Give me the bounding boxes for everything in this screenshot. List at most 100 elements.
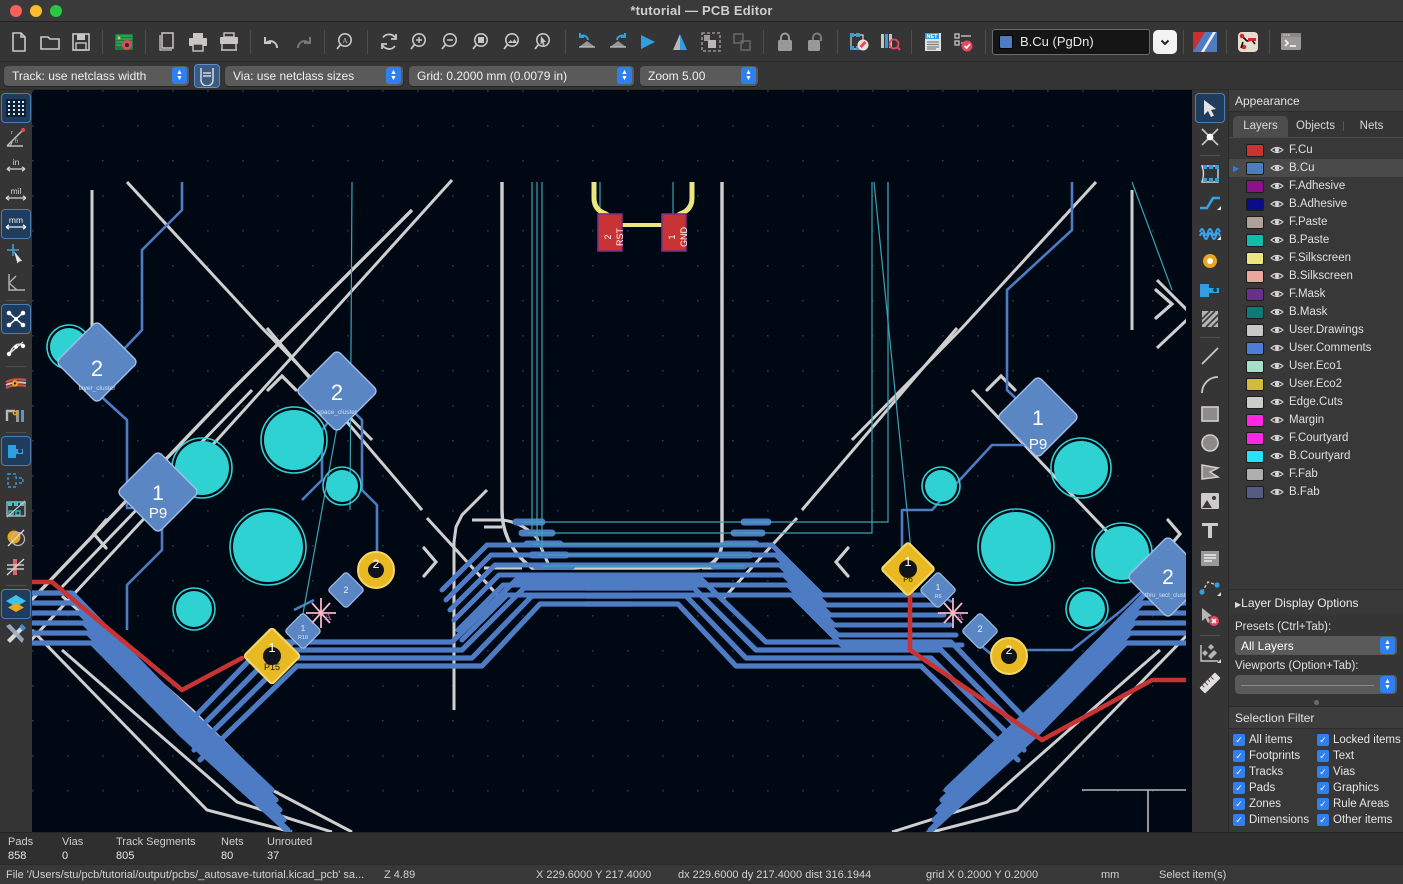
undo-button[interactable] (257, 27, 287, 57)
filter-vias[interactable]: ✓ Vias (1317, 764, 1401, 780)
checkbox-icon[interactable]: ✓ (1233, 782, 1245, 794)
pcb-drawing[interactable]: 2 layer_cluster 2 space_cluster 1 P9 2 1… (32, 90, 1186, 832)
rotate-ccw-button[interactable] (572, 27, 602, 57)
viewports-stepper[interactable]: ▲ ▼ (1380, 676, 1395, 693)
units-inches-button[interactable]: in (2, 152, 30, 180)
zoom-in-button[interactable] (405, 27, 435, 57)
checkbox-icon[interactable]: ✓ (1233, 734, 1245, 746)
checkbox-icon[interactable]: ✓ (1233, 750, 1245, 762)
toggle-grid-button[interactable] (1, 93, 31, 123)
eye-visibility-icon[interactable] (1269, 235, 1284, 245)
via-size-stepper[interactable]: ▲ ▼ (386, 67, 401, 84)
eye-visibility-icon[interactable] (1269, 181, 1284, 191)
eye-visibility-icon[interactable] (1269, 325, 1284, 335)
eye-visibility-icon[interactable] (1269, 289, 1284, 299)
layer-row-b-adhesive[interactable]: B.Adhesive (1229, 195, 1403, 213)
add-dimension-tool[interactable] (1196, 574, 1224, 602)
zoom-fit-page-button[interactable] (467, 27, 497, 57)
filter-all-items[interactable]: ✓ All items (1233, 732, 1317, 748)
layer-color-swatch[interactable] (1246, 251, 1264, 265)
draw-rectangle-tool[interactable] (1196, 400, 1224, 428)
layer-row-margin[interactable]: Margin (1229, 411, 1403, 429)
eye-visibility-icon[interactable] (1269, 343, 1284, 353)
layer-row-f-mask[interactable]: F.Mask (1229, 285, 1403, 303)
layer-color-swatch[interactable] (1246, 143, 1264, 157)
filter-tracks[interactable]: ✓ Tracks (1233, 764, 1317, 780)
checkbox-icon[interactable]: ✓ (1317, 798, 1329, 810)
find-button[interactable]: A (331, 27, 361, 57)
eye-visibility-icon[interactable] (1269, 379, 1284, 389)
layer-row-b-fab[interactable]: B.Fab (1229, 483, 1403, 501)
zoom-out-button[interactable] (436, 27, 466, 57)
selection-filter-grid[interactable]: ✓ All items ✓ Locked items ✓ Footprints ✓ Text ✓… (1229, 729, 1403, 832)
layer-color-swatch[interactable] (1246, 413, 1264, 427)
checkbox-icon[interactable]: ✓ (1317, 814, 1329, 826)
layer-color-swatch[interactable] (1246, 269, 1264, 283)
place-footprint-tool[interactable] (1196, 160, 1224, 188)
layer-color-swatch[interactable] (1246, 233, 1264, 247)
zoom-selection-button[interactable] (529, 27, 559, 57)
layer-row-f-fab[interactable]: F.Fab (1229, 465, 1403, 483)
layer-row-user-eco2[interactable]: User.Eco2 (1229, 375, 1403, 393)
footprint-editor-button[interactable] (844, 27, 874, 57)
layer-row-user-eco1[interactable]: User.Eco1 (1229, 357, 1403, 375)
panel-resize-grip[interactable] (1229, 699, 1403, 706)
layer-color-swatch[interactable] (1246, 287, 1264, 301)
pad-sketch-mode-button[interactable] (1, 436, 31, 466)
grid-select[interactable]: Grid: 0.2000 mm (0.0079 in) ▲ ▼ (409, 65, 634, 86)
eye-visibility-icon[interactable] (1269, 307, 1284, 317)
layer-color-swatch[interactable] (1246, 305, 1264, 319)
filter-other-items[interactable]: ✓ Other items (1317, 812, 1401, 828)
eye-visibility-icon[interactable] (1269, 271, 1284, 281)
via-sketch-mode-button[interactable] (2, 466, 30, 494)
layer-color-swatch[interactable] (1246, 323, 1264, 337)
filter-dimensions[interactable]: ✓ Dimensions (1233, 812, 1317, 828)
active-layer-selector[interactable]: B.Cu (PgDn) (992, 28, 1150, 55)
checkbox-icon[interactable]: ✓ (1317, 734, 1329, 746)
eye-visibility-icon[interactable] (1269, 145, 1284, 155)
filter-zones[interactable]: ✓ Zones (1233, 796, 1317, 812)
eye-visibility-icon[interactable] (1269, 163, 1284, 173)
layer-row-f-adhesive[interactable]: F.Adhesive (1229, 177, 1403, 195)
checkbox-icon[interactable]: ✓ (1317, 766, 1329, 778)
filter-rule-areas[interactable]: ✓ Rule Areas (1317, 796, 1401, 812)
unlock-button[interactable] (801, 27, 831, 57)
flip-horizontal-button[interactable] (634, 27, 664, 57)
track-width-lock-toggle[interactable] (194, 63, 220, 88)
add-image-tool[interactable] (1196, 487, 1224, 515)
checkbox-icon[interactable]: ✓ (1233, 766, 1245, 778)
layer-row-b-silkscreen[interactable]: B.Silkscreen (1229, 267, 1403, 285)
checkbox-icon[interactable]: ✓ (1317, 750, 1329, 762)
layer-dropdown-button[interactable] (1153, 29, 1177, 54)
layer-row-user-comments[interactable]: User.Comments (1229, 339, 1403, 357)
flip-vertical-button[interactable] (665, 27, 695, 57)
page-settings-button[interactable] (152, 27, 182, 57)
filter-footprints[interactable]: ✓ Footprints (1233, 748, 1317, 764)
pcb-canvas[interactable]: 2 layer_cluster 2 space_cluster 1 P9 2 1… (32, 90, 1192, 832)
route-track-tool[interactable] (1196, 189, 1224, 217)
curved-ratsnest-button[interactable] (2, 334, 30, 362)
draw-arc-tool[interactable] (1196, 371, 1224, 399)
layer-color-swatch[interactable] (1246, 341, 1264, 355)
filter-pads[interactable]: ✓ Pads (1233, 780, 1317, 796)
netlist-button[interactable]: NET (918, 27, 948, 57)
appearance-toggle-button[interactable] (1190, 27, 1220, 57)
viewports-select[interactable]: ▲ ▼ (1235, 675, 1397, 694)
eye-visibility-icon[interactable] (1269, 199, 1284, 209)
eye-visibility-icon[interactable] (1269, 433, 1284, 443)
layer-list[interactable]: F.Cu ▶ B.Cu F.Adhesive B.Adhesive F.Paste B.Pa… (1229, 138, 1403, 589)
eye-visibility-icon[interactable] (1269, 361, 1284, 371)
board-setup-button[interactable] (109, 27, 139, 57)
layer-row-b-courtyard[interactable]: B.Courtyard (1229, 447, 1403, 465)
ungroup-button[interactable] (727, 27, 757, 57)
via-size-select[interactable]: Via: use netclass sizes ▲ ▼ (225, 65, 403, 86)
refresh-button[interactable] (374, 27, 404, 57)
show-ratsnest-button[interactable] (1, 304, 31, 334)
units-millimeters-button[interactable]: mm (1, 209, 31, 239)
zoom-select[interactable]: Zoom 5.00 ▲ ▼ (640, 65, 758, 86)
eye-visibility-icon[interactable] (1269, 487, 1284, 497)
layer-color-swatch[interactable] (1246, 161, 1264, 175)
filter-locked-items[interactable]: ✓ Locked items (1317, 732, 1401, 748)
draw-circle-tool[interactable] (1196, 429, 1224, 457)
zoom-fit-objects-button[interactable] (498, 27, 528, 57)
